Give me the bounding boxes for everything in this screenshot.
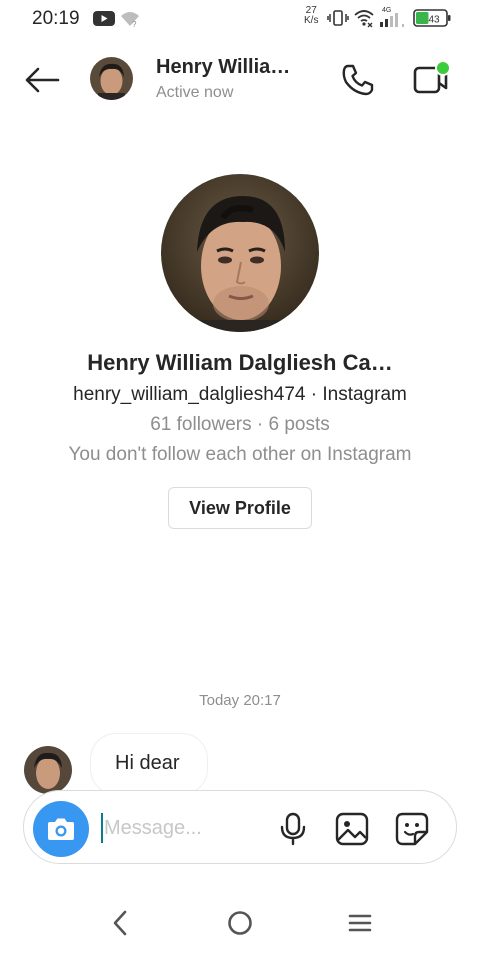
active-status: Active now	[156, 84, 234, 101]
voice-call-button[interactable]	[338, 60, 378, 100]
arrow-left-icon	[25, 67, 60, 93]
image-icon	[335, 812, 369, 846]
profile-full-name: Henry William Dalgliesh Ca…	[87, 350, 393, 375]
chevron-left-icon	[113, 910, 127, 936]
message-sender-avatar[interactable]	[24, 746, 72, 794]
contact-name[interactable]: Henry Willia…	[156, 56, 296, 79]
video-call-button[interactable]	[410, 60, 452, 100]
microphone-icon	[280, 812, 306, 846]
camera-button[interactable]	[33, 801, 89, 857]
vibrate-icon	[327, 10, 349, 26]
header-avatar[interactable]	[90, 57, 133, 100]
view-profile-button[interactable]: View Profile	[168, 487, 312, 529]
follow-relationship: You don't follow each other on Instagram	[68, 444, 412, 465]
sticker-icon	[395, 812, 429, 846]
sticker-button[interactable]	[394, 811, 430, 847]
network-speed: 27 K/s	[304, 6, 318, 26]
status-time: 20:19	[32, 8, 80, 29]
phone-icon	[342, 64, 374, 96]
profile-avatar[interactable]	[161, 174, 319, 332]
system-menu-button[interactable]	[344, 907, 376, 939]
menu-lines-icon	[348, 914, 372, 932]
wifi-icon	[354, 10, 374, 28]
profile-stats: 61 followers · 6 posts	[150, 414, 330, 435]
gallery-button[interactable]	[334, 811, 370, 847]
battery-icon: 43	[413, 9, 451, 27]
text-cursor	[101, 813, 103, 843]
avatar-image	[24, 746, 72, 794]
battery-level: 43	[429, 15, 441, 26]
message-timestamp: Today 20:17	[199, 692, 281, 709]
message-input[interactable]	[104, 809, 254, 847]
back-button[interactable]	[22, 62, 62, 98]
network-speed-unit: K/s	[304, 15, 319, 26]
message-composer	[23, 790, 457, 864]
cellular-signal-icon: 4G	[380, 7, 404, 27]
online-dot-icon	[435, 60, 451, 76]
youtube-notification-icon	[93, 11, 115, 26]
chat-header: Henry Willia… Active now	[0, 52, 480, 108]
avatar-image	[90, 57, 133, 100]
network-type-label: 4G	[382, 7, 391, 14]
message-bubble[interactable]: Hi dear	[90, 733, 208, 795]
wifi-question-icon: ?	[121, 12, 139, 28]
system-back-button[interactable]	[104, 906, 136, 940]
profile-handle: henry_william_dalgliesh474 · Instagram	[73, 384, 407, 405]
circle-icon	[228, 911, 252, 935]
system-home-button[interactable]	[224, 907, 256, 939]
camera-icon	[48, 818, 74, 840]
profile-photo	[161, 174, 319, 332]
voice-message-button[interactable]	[276, 811, 310, 847]
status-bar: 20:19 ? 27 K/s 4G 43	[0, 0, 480, 38]
svg-text:?: ?	[132, 20, 137, 28]
